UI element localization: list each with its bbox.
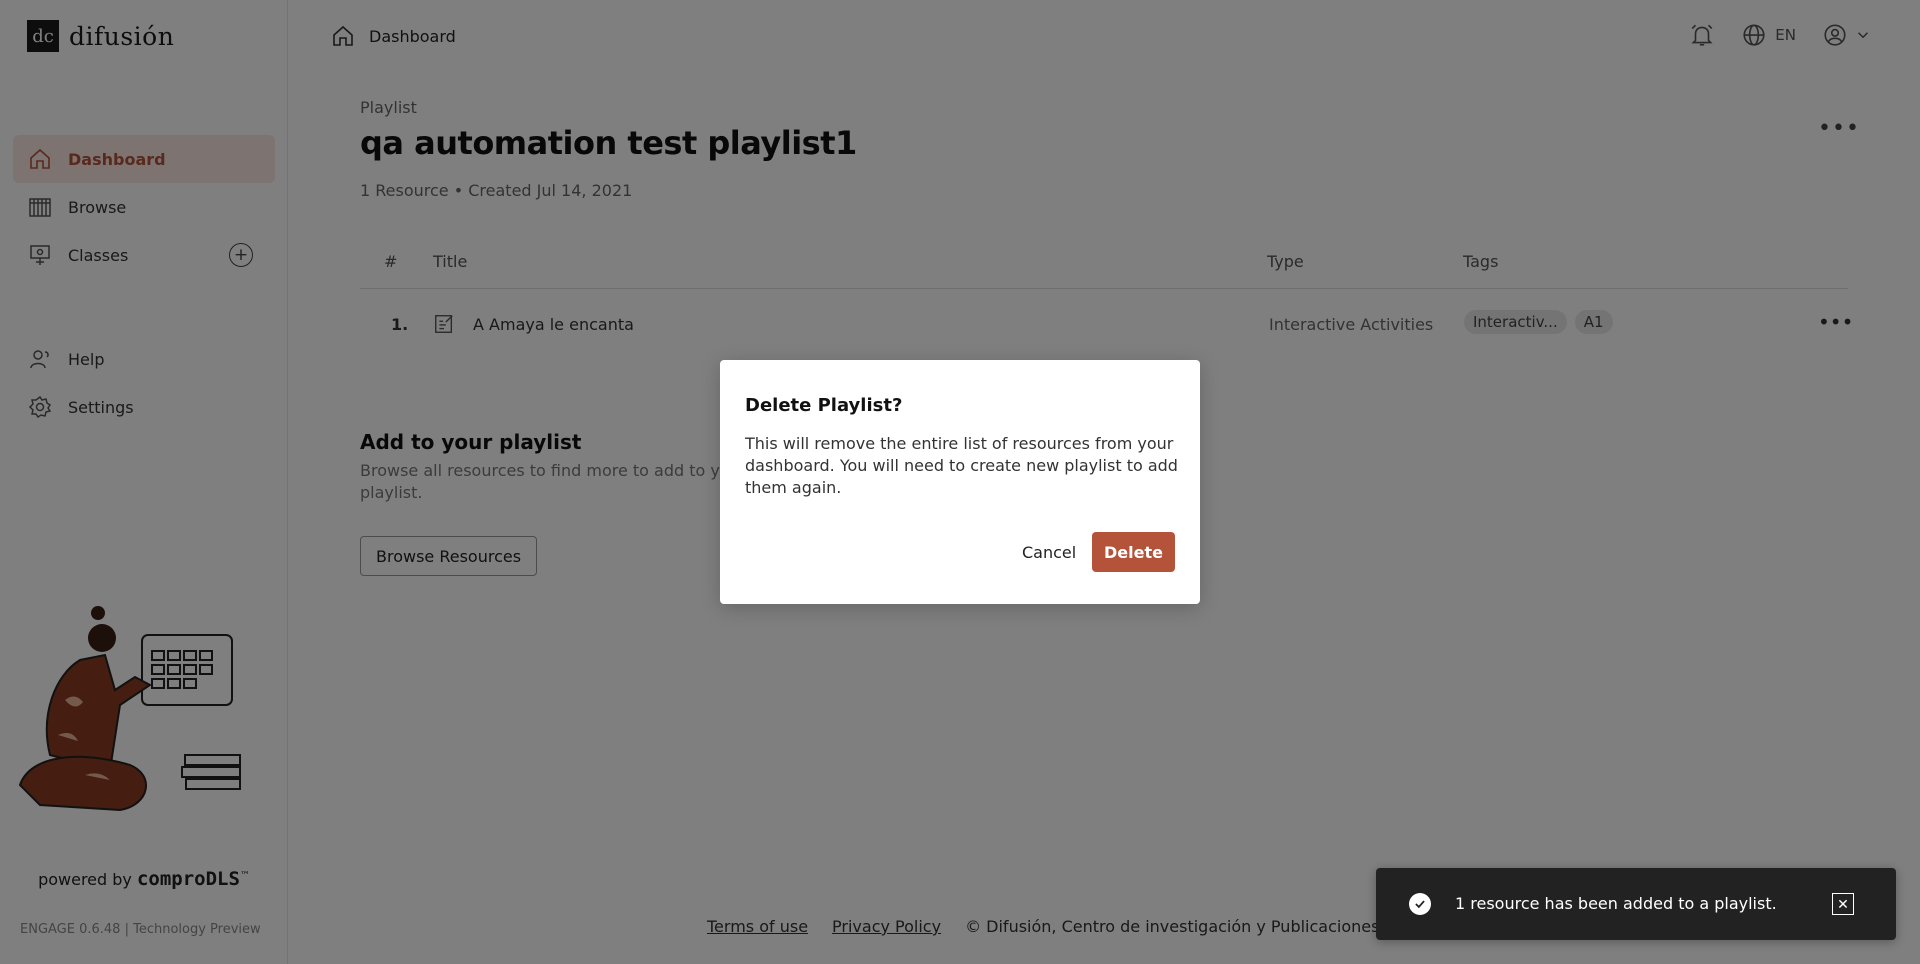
cancel-button[interactable]: Cancel bbox=[1010, 532, 1088, 572]
check-circle-icon bbox=[1409, 893, 1431, 915]
delete-button[interactable]: Delete bbox=[1092, 532, 1175, 572]
toast-message: 1 resource has been added to a playlist. bbox=[1455, 894, 1777, 913]
dialog-body: This will remove the entire list of reso… bbox=[745, 434, 1178, 497]
close-icon[interactable]: ✕ bbox=[1832, 893, 1854, 915]
dialog-title: Delete Playlist? bbox=[745, 395, 903, 416]
success-toast: 1 resource has been added to a playlist.… bbox=[1376, 868, 1896, 940]
delete-playlist-dialog: Delete Playlist? This will remove the en… bbox=[720, 360, 1200, 604]
